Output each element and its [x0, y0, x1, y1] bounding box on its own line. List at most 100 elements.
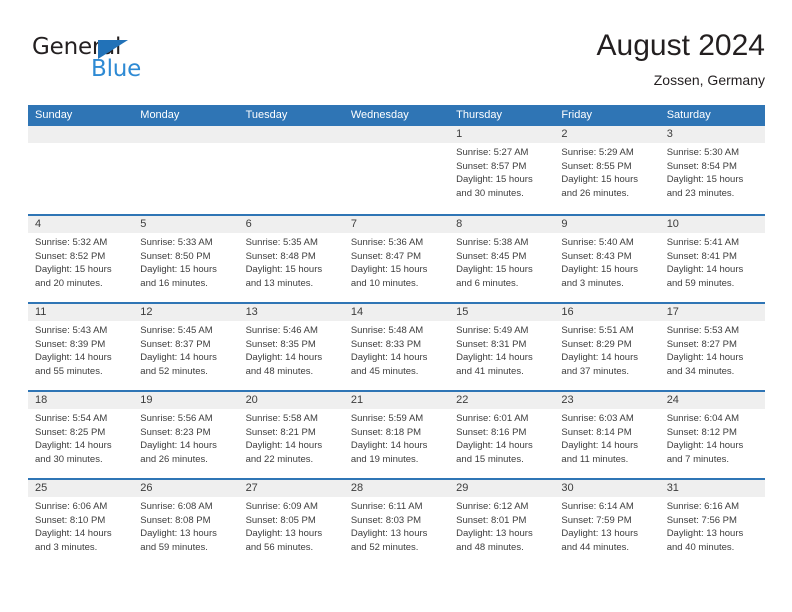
day-detail-line: Sunset: 8:47 PM — [350, 250, 422, 262]
day-detail-line: Sunrise: 6:11 AM — [350, 501, 423, 512]
day-detail-line: Daylight: 13 hours — [456, 528, 533, 539]
day-detail-line: Sunset: 8:03 PM — [350, 514, 422, 526]
day-detail-lines: Sunrise: 5:35 AM Sunset: 8:48 PM Daylight:… — [239, 233, 344, 290]
day-cell-5[interactable]: 5 Sunrise: 5:33 AM Sunset: 8:50 PM Daylight… — [133, 216, 239, 302]
day-detail-line: Sunset: 8:27 PM — [666, 338, 737, 350]
day-cell-empty — [238, 126, 344, 214]
day-detail-lines: Sunrise: 6:06 AM Sunset: 8:10 PM Daylight:… — [28, 497, 133, 554]
day-detail-line: Daylight: 15 hours — [561, 264, 638, 275]
day-detail-lines — [239, 143, 344, 146]
day-detail-lines: Sunrise: 5:38 AM Sunset: 8:45 PM Daylight:… — [449, 233, 554, 290]
day-detail-line: Sunrise: 5:38 AM — [456, 237, 529, 248]
day-detail-line: Daylight: 13 hours — [666, 528, 744, 539]
day-detail-lines: Sunrise: 6:14 AM Sunset: 7:59 PM Daylight:… — [554, 497, 659, 554]
day-detail-line: Sunrise: 5:46 AM — [245, 325, 318, 336]
day-detail-line: and 48 minutes. — [456, 541, 524, 553]
day-cell-16[interactable]: 16 Sunrise: 5:51 AM Sunset: 8:29 PM Dayligh… — [554, 304, 660, 390]
day-detail-line: Sunset: 8:45 PM — [456, 250, 527, 262]
day-detail-line: Sunrise: 5:33 AM — [140, 237, 213, 248]
day-detail-lines: Sunrise: 5:54 AM Sunset: 8:25 PM Daylight:… — [28, 409, 133, 466]
day-cell-8[interactable]: 8 Sunrise: 5:38 AM Sunset: 8:45 PM Daylight… — [449, 216, 555, 302]
day-detail-line: and 3 minutes. — [561, 277, 624, 289]
day-cell-13[interactable]: 13 Sunrise: 5:46 AM Sunset: 8:35 PM Dayligh… — [238, 304, 344, 390]
day-number: 24 — [659, 392, 765, 409]
day-cell-21[interactable]: 21 Sunrise: 5:59 AM Sunset: 8:18 PM Dayligh… — [343, 392, 450, 478]
day-cell-19[interactable]: 19 Sunrise: 5:56 AM Sunset: 8:23 PM Dayligh… — [133, 392, 239, 478]
day-detail-line: Sunset: 8:16 PM — [456, 426, 527, 438]
day-detail-lines: Sunrise: 5:51 AM Sunset: 8:29 PM Daylight:… — [554, 321, 659, 378]
weekday-header-tuesday: Tuesday — [245, 109, 288, 121]
day-cell-17[interactable]: 17 Sunrise: 5:53 AM Sunset: 8:27 PM Dayligh… — [659, 304, 765, 390]
weekday-header-wednesday: Wednesday — [350, 109, 409, 121]
day-number: 13 — [238, 304, 344, 321]
day-detail-line: Daylight: 14 hours — [666, 352, 744, 363]
day-detail-line: Sunrise: 6:16 AM — [666, 501, 740, 512]
day-cell-3[interactable]: 3 Sunrise: 5:30 AM Sunset: 8:54 PM Daylight… — [659, 126, 765, 214]
day-cell-23[interactable]: 23 Sunrise: 6:03 AM Sunset: 8:14 PM Dayligh… — [554, 392, 660, 478]
day-detail-line: Sunset: 8:35 PM — [245, 338, 316, 350]
day-cell-9[interactable]: 9 Sunrise: 5:40 AM Sunset: 8:43 PM Daylight… — [554, 216, 660, 302]
day-detail-lines: Sunrise: 5:30 AM Sunset: 8:54 PM Daylight:… — [660, 143, 765, 200]
day-detail-lines — [344, 143, 449, 146]
day-cell-10[interactable]: 10 Sunrise: 5:41 AM Sunset: 8:41 PM Dayligh… — [659, 216, 765, 302]
day-detail-lines: Sunrise: 6:09 AM Sunset: 8:05 PM Daylight:… — [239, 497, 344, 554]
day-detail-lines: Sunrise: 6:03 AM Sunset: 8:14 PM Daylight:… — [554, 409, 659, 466]
day-detail-line: and 15 minutes. — [456, 453, 524, 465]
page-header: General Blue August 2024 Zossen, Germany — [28, 28, 765, 98]
day-cell-1[interactable]: 1 Sunrise: 5:27 AM Sunset: 8:57 PM Daylight… — [449, 126, 555, 214]
day-detail-line: and 56 minutes. — [245, 541, 314, 553]
day-detail-line: and 13 minutes. — [245, 277, 314, 289]
day-cell-22[interactable]: 22 Sunrise: 6:01 AM Sunset: 8:16 PM Dayligh… — [449, 392, 555, 478]
day-cell-6[interactable]: 6 Sunrise: 5:35 AM Sunset: 8:48 PM Daylight… — [238, 216, 344, 302]
day-cell-15[interactable]: 15 Sunrise: 5:49 AM Sunset: 8:31 PM Dayligh… — [449, 304, 555, 390]
weekday-header-saturday: Saturday — [666, 109, 711, 121]
day-detail-line: and 30 minutes. — [35, 453, 103, 465]
day-detail-line: Daylight: 14 hours — [350, 440, 428, 451]
day-detail-line: Sunrise: 5:36 AM — [350, 237, 424, 248]
day-cell-30[interactable]: 30 Sunrise: 6:14 AM Sunset: 7:59 PM Dayligh… — [554, 480, 660, 566]
day-detail-lines: Sunrise: 5:41 AM Sunset: 8:41 PM Daylight:… — [660, 233, 765, 290]
day-detail-line: and 40 minutes. — [666, 541, 735, 553]
day-cell-12[interactable]: 12 Sunrise: 5:45 AM Sunset: 8:37 PM Dayligh… — [133, 304, 239, 390]
day-cell-25[interactable]: 25 Sunrise: 6:06 AM Sunset: 8:10 PM Dayligh… — [28, 480, 134, 566]
day-cell-26[interactable]: 26 Sunrise: 6:08 AM Sunset: 8:08 PM Dayligh… — [133, 480, 239, 566]
day-detail-line: Sunset: 8:23 PM — [140, 426, 211, 438]
day-cell-24[interactable]: 24 Sunrise: 6:04 AM Sunset: 8:12 PM Dayligh… — [659, 392, 765, 478]
day-detail-line: Sunset: 8:29 PM — [561, 338, 632, 350]
day-detail-line: Sunset: 8:10 PM — [35, 514, 106, 526]
day-cell-11[interactable]: 11 Sunrise: 5:43 AM Sunset: 8:39 PM Dayligh… — [28, 304, 134, 390]
day-number: 6 — [238, 216, 344, 233]
day-cell-18[interactable]: 18 Sunrise: 5:54 AM Sunset: 8:25 PM Dayligh… — [28, 392, 134, 478]
day-cell-14[interactable]: 14 Sunrise: 5:48 AM Sunset: 8:33 PM Dayligh… — [343, 304, 450, 390]
day-cell-4[interactable]: 4 Sunrise: 5:32 AM Sunset: 8:52 PM Daylight… — [28, 216, 134, 302]
day-detail-line: and 23 minutes. — [666, 187, 735, 199]
day-cell-2[interactable]: 2 Sunrise: 5:29 AM Sunset: 8:55 PM Daylight… — [554, 126, 660, 214]
day-detail-lines: Sunrise: 5:29 AM Sunset: 8:55 PM Daylight:… — [554, 143, 659, 200]
day-cell-29[interactable]: 29 Sunrise: 6:12 AM Sunset: 8:01 PM Dayligh… — [449, 480, 555, 566]
day-detail-line: Sunset: 8:21 PM — [245, 426, 316, 438]
day-detail-line: and 19 minutes. — [350, 453, 419, 465]
day-detail-line: Sunset: 8:37 PM — [140, 338, 211, 350]
day-number — [343, 126, 450, 143]
day-cell-28[interactable]: 28 Sunrise: 6:11 AM Sunset: 8:03 PM Dayligh… — [343, 480, 450, 566]
day-cell-27[interactable]: 27 Sunrise: 6:09 AM Sunset: 8:05 PM Dayligh… — [238, 480, 344, 566]
weekday-header-row: Sunday Monday Tuesday Wednesday Thursday Frid… — [28, 105, 765, 126]
day-detail-line: Daylight: 15 hours — [666, 174, 744, 185]
day-cell-20[interactable]: 20 Sunrise: 5:58 AM Sunset: 8:21 PM Dayligh… — [238, 392, 344, 478]
day-detail-lines: Sunrise: 5:46 AM Sunset: 8:35 PM Daylight:… — [239, 321, 344, 378]
general-blue-logo[interactable]: General Blue — [32, 34, 192, 90]
day-detail-line: and 37 minutes. — [561, 365, 630, 377]
day-detail-line: and 34 minutes. — [666, 365, 735, 377]
day-detail-line: Daylight: 14 hours — [561, 352, 638, 363]
page-title: August 2024 — [596, 29, 765, 62]
day-detail-lines: Sunrise: 5:33 AM Sunset: 8:50 PM Daylight:… — [133, 233, 238, 290]
day-detail-line: Sunrise: 6:03 AM — [561, 413, 634, 424]
day-cell-31[interactable]: 31 Sunrise: 6:16 AM Sunset: 7:56 PM Dayligh… — [659, 480, 765, 566]
day-number: 19 — [133, 392, 239, 409]
day-number: 23 — [554, 392, 660, 409]
day-number: 4 — [28, 216, 134, 233]
day-detail-line: and 22 minutes. — [245, 453, 314, 465]
day-detail-line: Sunset: 8:43 PM — [561, 250, 632, 262]
day-detail-line: Sunrise: 5:58 AM — [245, 413, 318, 424]
day-cell-7[interactable]: 7 Sunrise: 5:36 AM Sunset: 8:47 PM Daylight… — [343, 216, 450, 302]
